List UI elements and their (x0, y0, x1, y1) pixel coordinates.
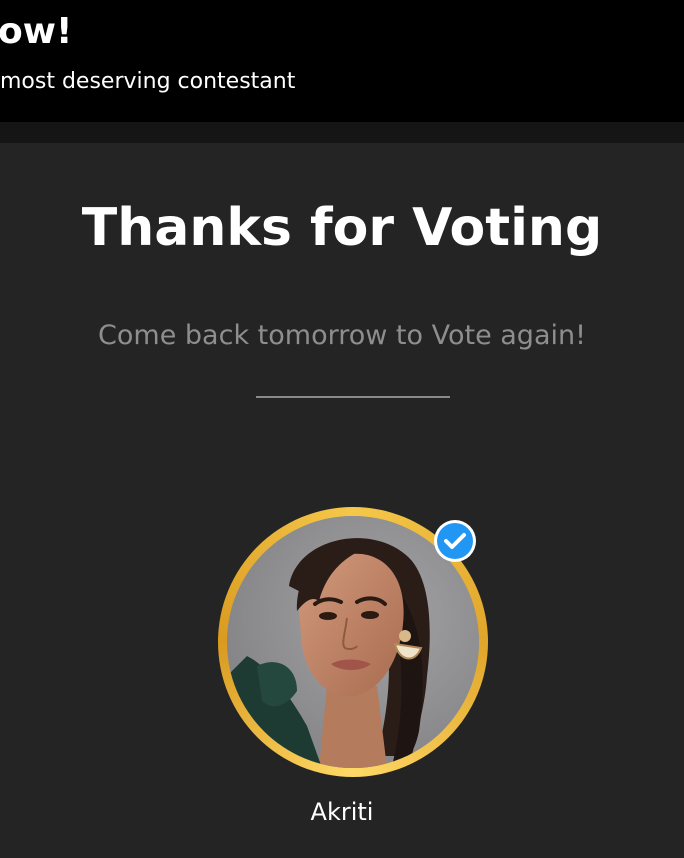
banner-title: ow! (0, 11, 73, 52)
contestant-avatar[interactable] (218, 507, 488, 777)
separator-line (256, 396, 450, 398)
divider-strip (0, 122, 684, 143)
banner-subtitle: most deserving contestant (0, 69, 296, 94)
contestant-name: Akriti (310, 798, 374, 826)
thanks-subtitle: Come back tomorrow to Vote again! (98, 320, 586, 351)
top-banner: ow! most deserving contestant (0, 0, 684, 122)
vote-confirmation-panel: Thanks for Voting Come back tomorrow to … (0, 143, 684, 858)
thanks-title: Thanks for Voting (81, 198, 603, 258)
verified-check-icon (433, 519, 477, 563)
